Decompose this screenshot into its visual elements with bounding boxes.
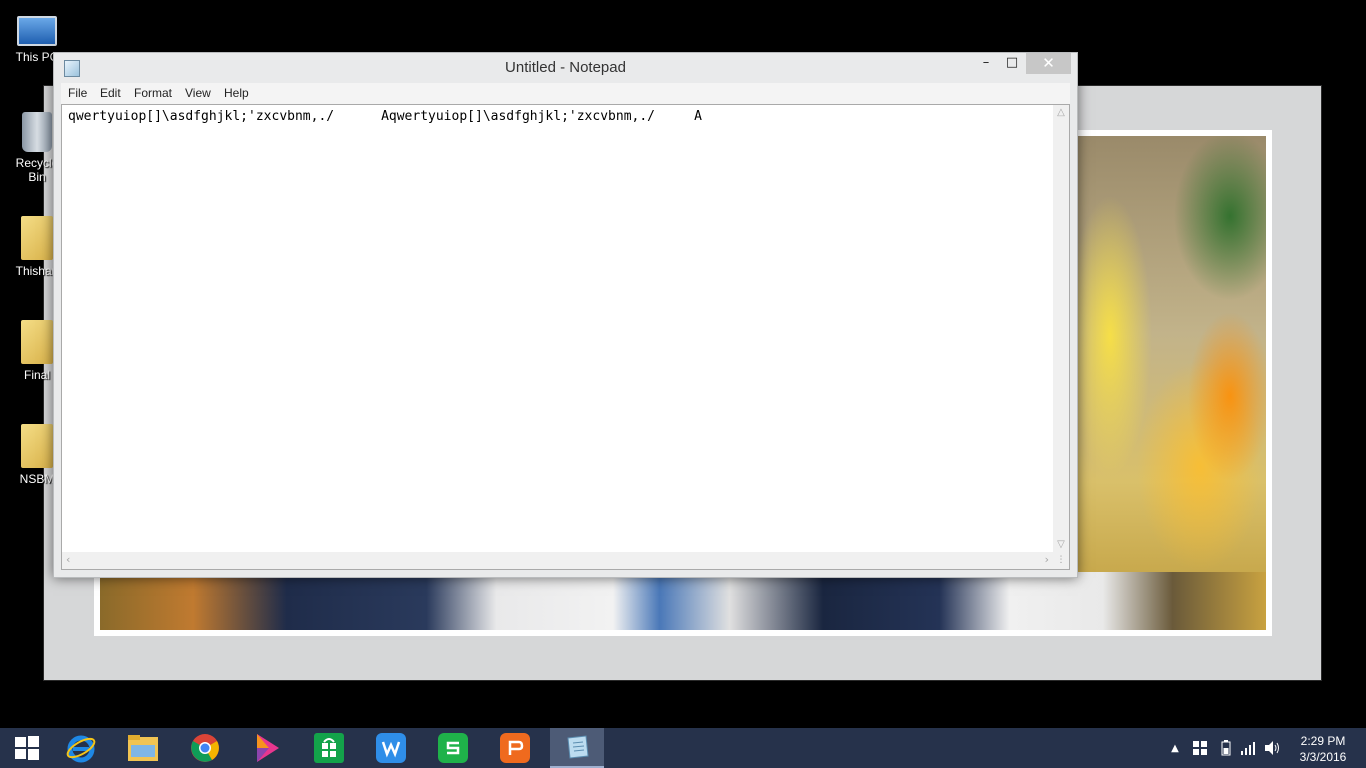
media-player-icon [257, 734, 279, 762]
resize-grip-icon[interactable]: ⋮ [1053, 552, 1069, 569]
clock-time: 2:29 PM [1300, 734, 1346, 748]
folder-icon [21, 320, 53, 364]
window-title: Untitled - Notepad [505, 59, 626, 76]
horizontal-scrollbar[interactable]: ‹ › [62, 552, 1053, 569]
notepad-icon [567, 735, 589, 759]
network-signal-icon[interactable] [1238, 728, 1258, 768]
windows-start-icon [15, 736, 39, 760]
menu-help[interactable]: Help [224, 86, 249, 100]
user-folder-icon [21, 216, 53, 260]
scroll-up-arrow-icon[interactable]: △ [1053, 107, 1069, 118]
taskbar-internet-explorer[interactable] [54, 728, 108, 768]
taskbar-notepad[interactable] [550, 728, 604, 768]
wps-writer-icon [376, 733, 406, 763]
taskbar-file-explorer[interactable] [116, 728, 170, 768]
show-hidden-icons-arrow[interactable]: ▲ [1166, 728, 1184, 768]
taskbar-wps-spreadsheets[interactable] [426, 728, 480, 768]
taskbar: ▲ 2:29 PM 3/3/2016 [0, 728, 1366, 768]
volume-icon[interactable] [1262, 728, 1284, 768]
notepad-window[interactable]: Untitled - Notepad – □ ✕ File Edit Forma… [53, 52, 1078, 578]
taskbar-chrome[interactable] [178, 728, 232, 768]
menu-file[interactable]: File [68, 86, 87, 100]
taskbar-store[interactable] [302, 728, 356, 768]
close-button[interactable]: ✕ [1026, 53, 1071, 74]
menu-bar: File Edit Format View Help [61, 83, 1070, 104]
taskbar-wps-writer[interactable] [364, 728, 418, 768]
title-bar[interactable]: Untitled - Notepad – □ ✕ [54, 53, 1077, 82]
store-icon [314, 733, 344, 763]
start-button[interactable] [0, 728, 54, 768]
folder-icon [21, 424, 53, 468]
minimize-button[interactable]: – [974, 53, 998, 74]
file-explorer-icon [128, 735, 158, 761]
taskbar-wps-presentation[interactable] [488, 728, 542, 768]
computer-icon [17, 16, 57, 46]
chrome-icon [191, 734, 219, 762]
recycle-bin-icon [22, 112, 52, 152]
menu-edit[interactable]: Edit [100, 86, 121, 100]
wps-spreadsheets-icon [438, 733, 468, 763]
battery-icon[interactable] [1216, 728, 1236, 768]
clock[interactable]: 2:29 PM 3/3/2016 [1288, 733, 1358, 765]
scroll-left-arrow-icon[interactable]: ‹ [66, 553, 70, 566]
wallpaper-image-strip [100, 572, 1266, 630]
scroll-down-arrow-icon[interactable]: ▽ [1053, 539, 1069, 550]
taskbar-media-player[interactable] [240, 728, 294, 768]
internet-explorer-icon [66, 735, 96, 763]
vertical-scrollbar[interactable]: △ ▽ [1053, 105, 1069, 552]
wps-presentation-icon [500, 733, 530, 763]
menu-view[interactable]: View [185, 86, 211, 100]
action-center-flag-icon[interactable] [1190, 728, 1210, 768]
menu-format[interactable]: Format [134, 86, 172, 100]
clock-date: 3/3/2016 [1299, 750, 1347, 764]
maximize-button[interactable]: □ [1000, 53, 1024, 74]
text-editor[interactable]: qwertyuiop[]\asdfghjkl;'zxcvbnm,./ Aqwer… [61, 104, 1070, 570]
editor-content[interactable]: qwertyuiop[]\asdfghjkl;'zxcvbnm,./ Aqwer… [68, 109, 702, 124]
scroll-right-arrow-icon[interactable]: › [1045, 553, 1049, 566]
